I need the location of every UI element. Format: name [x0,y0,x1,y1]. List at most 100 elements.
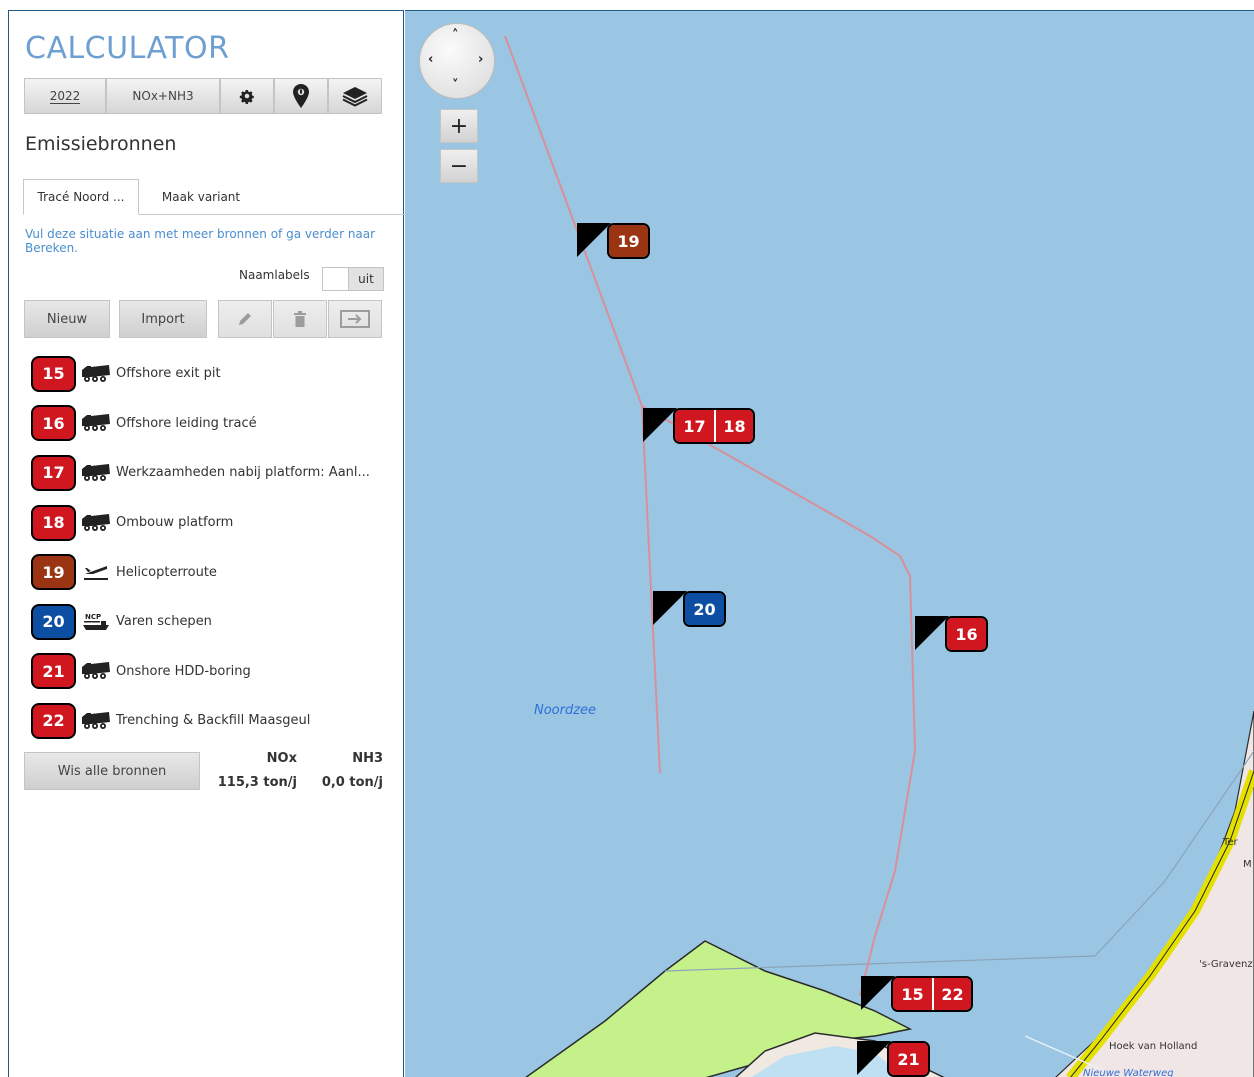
map-view[interactable]: ˄ ˅ ‹ › + − 19 17 18 20 16 15 22 21 Noordzee 's… [405,10,1254,1077]
marker-box: 15 22 [891,976,973,1012]
truck-icon [76,711,116,730]
city-label: 's-Gravenz [1199,959,1253,970]
truck-icon [76,463,116,482]
pan-up-icon[interactable]: ˄ [452,28,459,43]
city-area [1055,710,1254,1077]
marker-label: 18 [714,410,753,442]
source-badge: 18 [31,504,76,541]
marker-pointer [643,408,677,442]
zoom-out-button[interactable]: − [440,149,478,183]
marker-label: 19 [609,225,648,257]
clear-all-button[interactable]: Wis alle bronnen [24,752,200,790]
gear-icon [239,90,254,104]
marker-box: 21 [887,1041,930,1077]
tab-trace-noord[interactable]: Tracé Noord ... [23,179,139,215]
source-badge: 16 [31,405,76,442]
source-label: Varen schepen [116,614,212,630]
year-label: 2022 [49,88,81,104]
zoom-in-button[interactable]: + [440,109,478,143]
delete-button[interactable] [273,300,327,338]
nh3-header: NH3 [352,751,383,766]
naamlabels-label: Naamlabels [239,268,310,282]
sidebar-panel: CALCULATOR 2022 NOx+NH3 Emissiebronnen T… [8,10,405,1077]
source-item[interactable]: 17 Werkzaamheden nabij platform: Aanl... [31,448,391,498]
route-19 [504,35,643,407]
route-20 [641,405,661,774]
toggle-knob [323,268,349,290]
source-label: Offshore exit pit [116,366,221,382]
truck-icon [76,414,116,432]
source-item[interactable]: 18 Ombouw platform [31,498,391,548]
layers-icon [342,87,368,107]
export-button[interactable] [328,300,382,338]
source-badge: 15 [31,355,76,392]
toggle-value: uit [349,268,383,290]
truck-icon [76,662,116,680]
import-button[interactable]: Import [119,300,207,338]
source-badge: 19 [31,554,76,591]
export-icon [340,310,370,328]
year-button[interactable]: 2022 [24,78,106,114]
source-badge: 21 [31,653,76,690]
map-marker[interactable]: 15 22 [861,976,973,1012]
marker-pointer [915,616,949,650]
marker-label: 20 [685,593,724,625]
source-badge: 22 [31,702,76,739]
source-item[interactable]: 15 Offshore exit pit [31,349,391,399]
nh3-total: 0,0 ton/j [321,775,383,790]
map-marker[interactable]: 17 18 [643,408,755,444]
pan-control[interactable]: ˄ ˅ ‹ › [419,23,495,99]
marker-box: 19 [607,223,650,259]
pencil-icon [239,313,251,325]
edit-button[interactable] [218,300,272,338]
ter-label: Ter [1223,837,1238,848]
main-toolbar: 2022 NOx+NH3 [24,78,384,114]
marker-box: 20 [683,591,726,627]
app-title: CALCULATOR [25,31,230,66]
truck-icon [76,364,116,383]
source-item[interactable]: 21 Onshore HDD-boring [31,647,391,697]
marker-pointer [653,591,687,625]
marker-pointer [857,1041,891,1075]
map-marker[interactable]: 19 [577,223,650,259]
marker-box: 16 [945,616,988,652]
map-marker[interactable]: 20 [653,591,726,627]
waterweg-label: Nieuwe Waterweg [1083,1068,1174,1077]
pan-down-icon[interactable]: ˅ [452,78,459,93]
tab-maak-variant[interactable]: Maak variant [149,179,253,215]
source-badge: 17 [31,454,76,491]
marker-label: 21 [889,1043,928,1075]
marker-label: 22 [932,978,971,1010]
nox-total: 115,3 ton/j [217,775,297,790]
location-button[interactable] [274,78,328,114]
ship-icon: NCP [76,611,116,633]
nox-header: NOx [266,751,297,766]
pan-left-icon[interactable]: ‹ [428,52,433,67]
naamlabels-toggle[interactable]: uit [322,267,384,291]
marker-pointer [577,223,611,257]
route-16 [641,405,917,997]
source-item[interactable]: 20 NCP Varen schepen [31,597,391,647]
settings-button[interactable] [220,78,274,114]
info-text: Vul deze situatie aan met meer bronnen o… [25,227,376,255]
source-label: Trenching & Backfill Maasgeul [116,713,311,729]
source-label: Helicopterroute [116,564,217,580]
source-item[interactable]: 16 Offshore leiding tracé [31,399,391,449]
source-item[interactable]: 22 Trenching & Backfill Maasgeul [31,696,391,746]
layers-button[interactable] [328,78,382,114]
marker-label: 16 [947,618,986,650]
marker-box: 17 18 [673,408,755,444]
boundary-line [664,750,1254,972]
map-pin-icon [293,84,309,108]
truck-icon [76,513,116,532]
substance-button[interactable]: NOx+NH3 [106,78,220,114]
hoek-label: Hoek van Holland [1109,1041,1198,1052]
source-item[interactable]: 19 Helicopterroute [31,547,391,597]
m-label: M [1243,859,1252,870]
new-source-button[interactable]: Nieuw [24,300,110,338]
sea-label: Noordzee [534,703,597,718]
map-marker[interactable]: 21 [857,1041,930,1077]
trash-icon [294,311,306,327]
map-marker[interactable]: 16 [915,616,988,652]
pan-right-icon[interactable]: › [478,52,483,67]
